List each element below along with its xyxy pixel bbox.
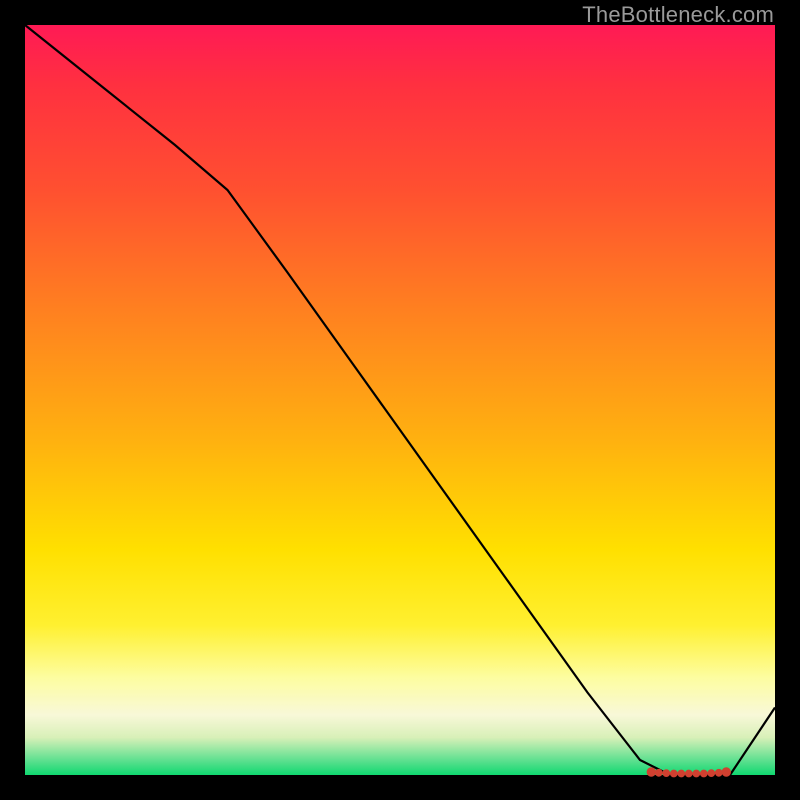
optimal-marker [693,770,700,777]
main-curve [25,25,775,775]
optimal-marker [670,770,677,777]
optimal-marker [655,769,662,776]
chart-frame: TheBottleneck.com [0,0,800,800]
optimal-marker [678,770,685,777]
optimal-marker [685,770,692,777]
optimal-marker [722,768,730,776]
marker-group [647,768,730,777]
optimal-marker [715,769,722,776]
optimal-marker [700,770,707,777]
optimal-marker [647,768,655,776]
optimal-marker [708,770,715,777]
optimal-marker [663,770,670,777]
chart-overlay [25,25,775,775]
